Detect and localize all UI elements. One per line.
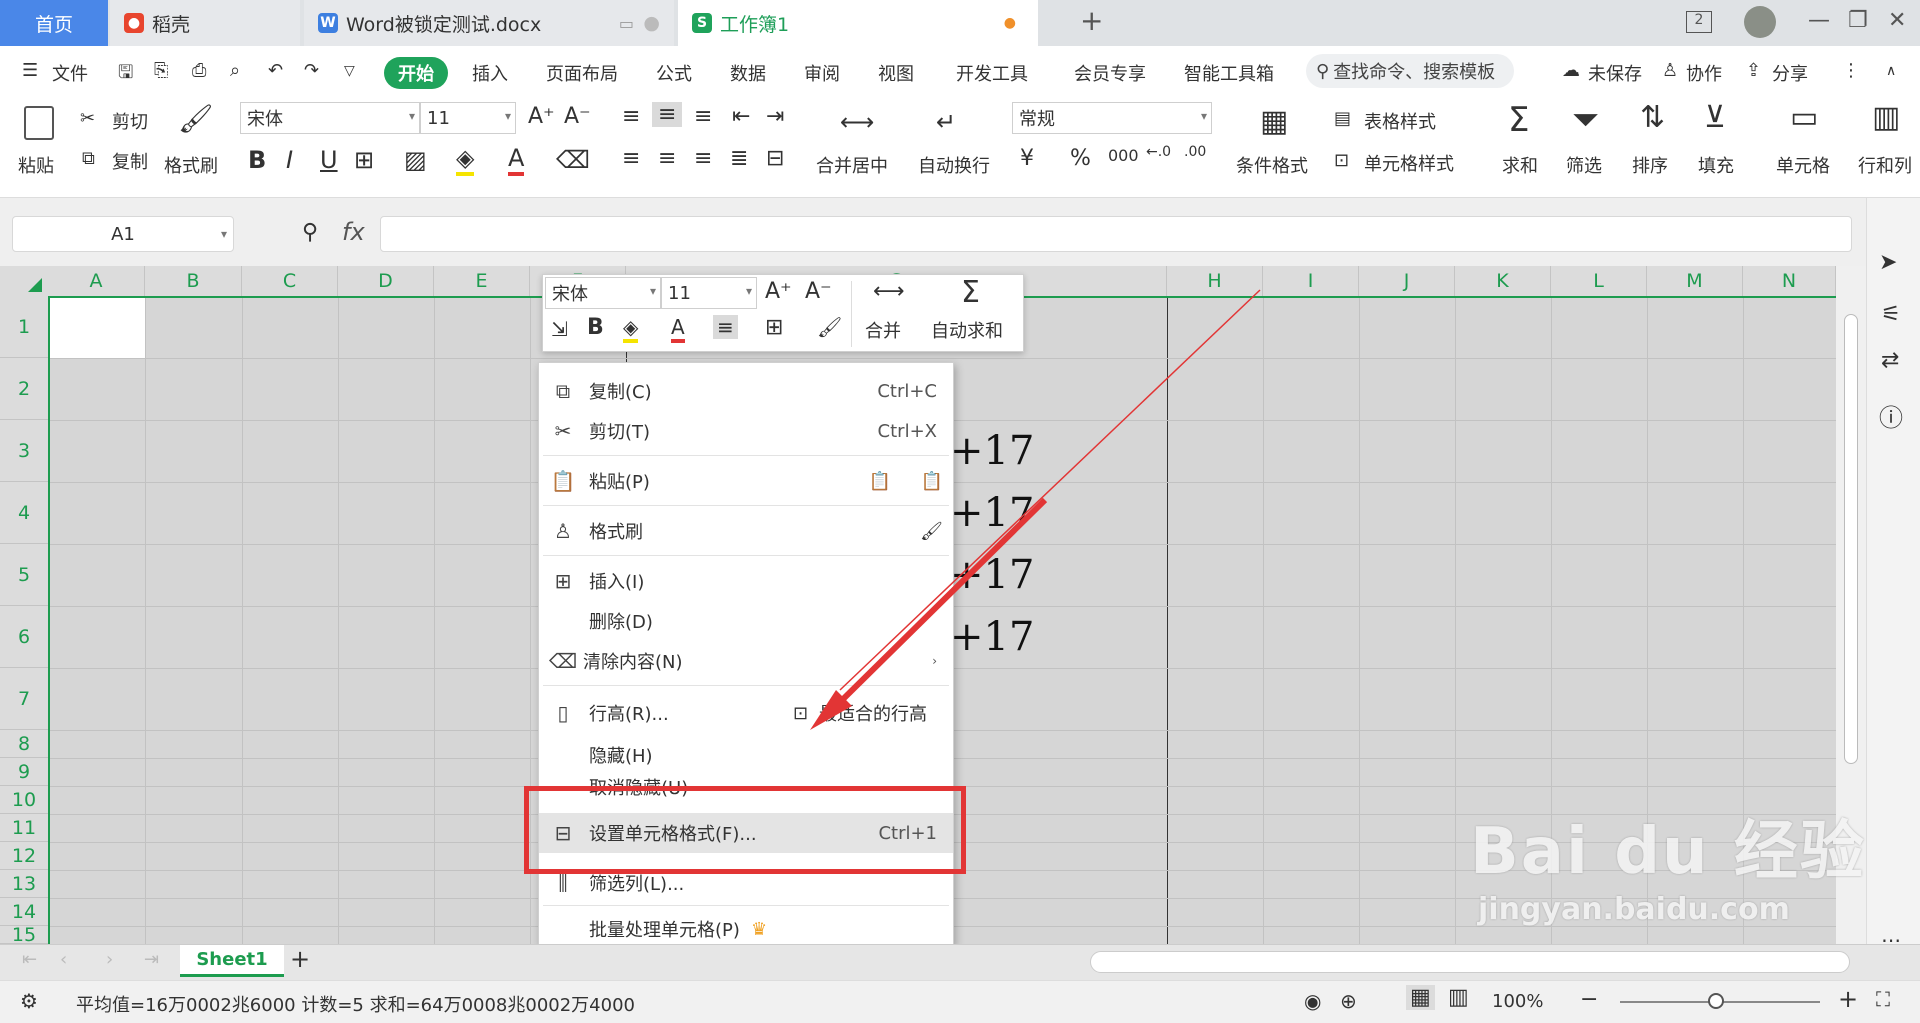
eye-protection-icon[interactable]: ◉ xyxy=(1304,989,1321,1013)
zoom-in-icon[interactable]: + xyxy=(1838,985,1858,1013)
input-method-icon[interactable]: ⊕ xyxy=(1340,989,1357,1013)
watermark-brand: Bai du 经验 xyxy=(1470,815,1866,889)
nav-prev-icon[interactable]: ‹ xyxy=(60,949,67,970)
horizontal-scrollbar[interactable] xyxy=(1090,951,1850,973)
status-summary: 平均值=16万0002兆6000 计数=5 求和=64万0008兆0002万40… xyxy=(76,995,635,1016)
page-view-icon[interactable]: ▥ xyxy=(1448,985,1469,1010)
zoom-level[interactable]: 100% xyxy=(1492,991,1543,1012)
watermark-url: jingyan.baidu.com xyxy=(1478,892,1790,927)
nav-first-icon[interactable]: ⇤ xyxy=(22,949,37,970)
zoom-out-icon[interactable]: − xyxy=(1580,987,1598,1012)
baidu-watermark: Bai du 经验 jingyan.baidu.com xyxy=(1470,800,1866,927)
add-sheet-icon[interactable]: + xyxy=(290,945,310,973)
sheet-tab-sheet1[interactable]: Sheet1 xyxy=(180,945,284,977)
sheet-tab-bar: ⇤ ‹ › ⇥ Sheet1 + xyxy=(0,944,1920,980)
normal-view-icon[interactable]: ▦ xyxy=(1406,985,1435,1010)
nav-last-icon[interactable]: ⇥ xyxy=(144,949,159,970)
status-bar: ⚙ 平均值=16万0002兆6000 计数=5 求和=64万0008兆0002万… xyxy=(0,980,1920,1023)
zoom-thumb[interactable] xyxy=(1708,993,1724,1009)
fullscreen-icon[interactable]: ⛶ xyxy=(1876,987,1890,1011)
nav-next-icon[interactable]: › xyxy=(106,949,113,970)
macro-icon[interactable]: ⚙ xyxy=(20,989,38,1013)
